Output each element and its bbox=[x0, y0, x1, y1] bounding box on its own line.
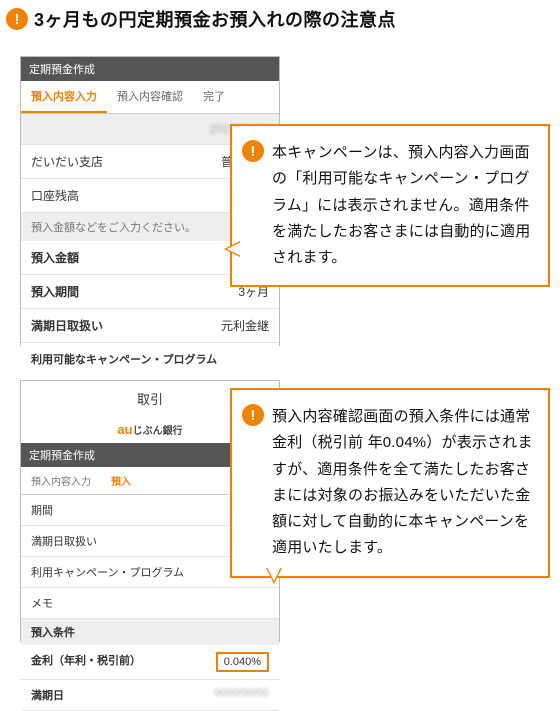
rate-label: 金利（年利・税引前） bbox=[31, 652, 141, 672]
brand-au: au bbox=[117, 422, 132, 437]
callout-rate-display: ! 預入内容確認画面の預入条件には通常金利（税引前 年0.04%）が表示されます… bbox=[230, 388, 550, 578]
tab-input: 預入内容入力 bbox=[21, 81, 107, 113]
b-memo-label: メモ bbox=[31, 595, 53, 611]
tab-confirm: 預入内容確認 bbox=[107, 81, 193, 113]
callout-campaign-not-listed: ! 本キャンペーンは、預入内容入力画面の「利用可能なキャンペーン・プログラム」に… bbox=[230, 124, 550, 287]
campaign-list-header: 利用可能なキャンペーン・プログラム bbox=[21, 343, 279, 375]
callout-b-text: 預入内容確認画面の預入条件には通常金利（税引前 年0.04%）が表示されますが、… bbox=[272, 408, 533, 556]
alert-icon: ! bbox=[6, 8, 28, 30]
maturity-date-blur: 0000/00/00 bbox=[214, 687, 269, 703]
callout-a-text: 本キャンペーンは、預入内容入力画面の「利用可能なキャンペーン・プログラム」には表… bbox=[272, 144, 530, 266]
b-maturity-label: 満期日取扱い bbox=[31, 533, 97, 549]
svg-text:!: ! bbox=[250, 143, 255, 160]
rate-value: 0.040% bbox=[216, 652, 269, 672]
tab-done: 完了 bbox=[193, 81, 235, 113]
page-title: 3ヶ月もの円定期預金お預入れの際の注意点 bbox=[34, 6, 396, 32]
tab-b-confirm: 預入 bbox=[101, 467, 141, 494]
alert-icon: ! bbox=[242, 404, 264, 426]
branch-label: だいだい支店 bbox=[31, 153, 103, 170]
maturity-handling-value: 元利金継 bbox=[221, 317, 269, 334]
shot-a-bar: 定期預金作成 bbox=[21, 57, 279, 81]
deposit-conditions-header: 預入条件 bbox=[21, 619, 279, 645]
svg-text:!: ! bbox=[15, 11, 20, 28]
balance-label: 口座残高 bbox=[31, 187, 79, 204]
b-term-label: 期間 bbox=[31, 502, 53, 518]
alert-icon: ! bbox=[242, 140, 264, 162]
tab-b-input: 預入内容入力 bbox=[21, 467, 101, 494]
brand-jibun: じぶん銀行 bbox=[133, 426, 183, 437]
term-label: 預入期間 bbox=[31, 283, 79, 300]
shot-a-tabs: 預入内容入力 預入内容確認 完了 bbox=[21, 81, 279, 114]
header: ! 3ヶ月もの円定期預金お預入れの際の注意点 bbox=[0, 0, 560, 42]
maturity-handling-label: 満期日取扱い bbox=[31, 317, 103, 334]
maturity-date-label: 満期日 bbox=[31, 687, 64, 703]
b-campaign-label: 利用キャンペーン・プログラム bbox=[31, 564, 184, 580]
amount-label: 預入金額 bbox=[31, 249, 79, 266]
svg-text:!: ! bbox=[250, 407, 255, 424]
